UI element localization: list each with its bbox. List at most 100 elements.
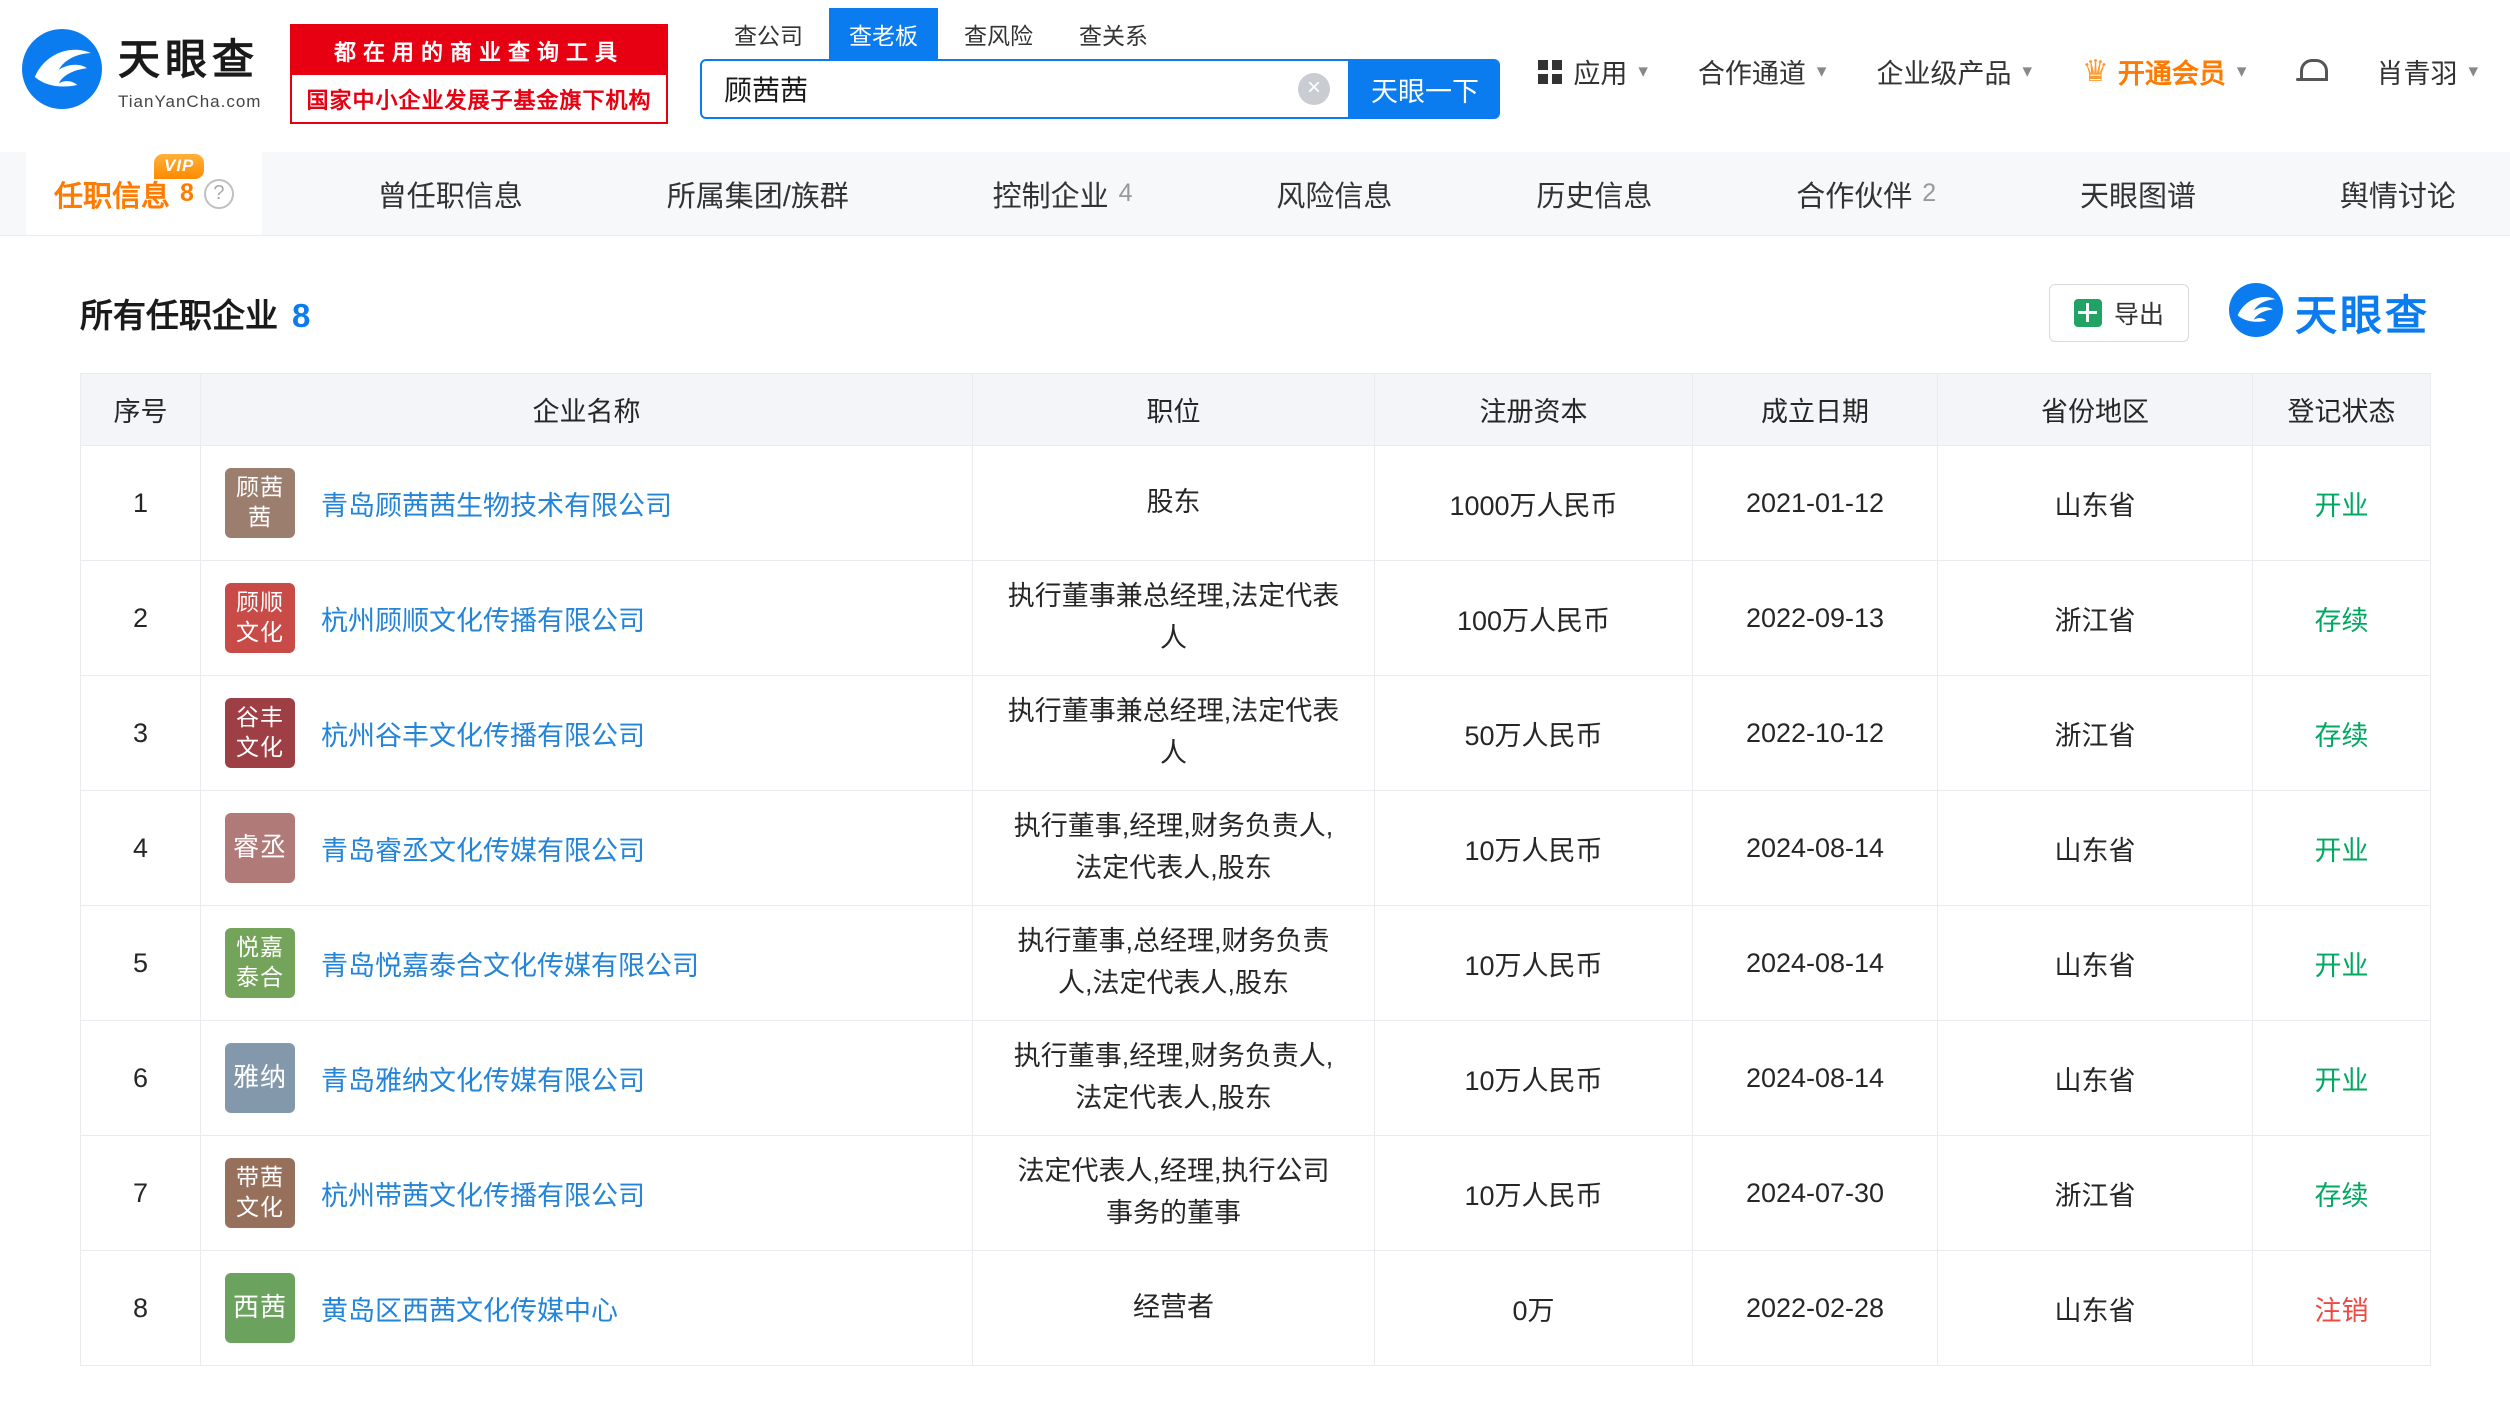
logo-brand: 天眼查 (118, 26, 261, 87)
cell-position: 股东 (973, 446, 1375, 561)
enterprise-products-menu[interactable]: 企业级产品▾ (1876, 52, 2032, 91)
page-tab[interactable]: 合作伙伴2 (1768, 152, 1964, 235)
page-tab-label: 舆情讨论 (2340, 173, 2456, 215)
table-row: 5悦嘉泰合青岛悦嘉泰合文化传媒有限公司执行董事,总经理,财务负责人,法定代表人,… (81, 906, 2431, 1021)
company-link[interactable]: 青岛悦嘉泰合文化传媒有限公司 (321, 944, 699, 983)
company-link[interactable]: 杭州顾顺文化传播有限公司 (321, 599, 645, 638)
cell-province: 山东省 (1938, 791, 2253, 906)
tianyancha-logo-icon (22, 29, 102, 109)
vip-badge: VIP (154, 154, 204, 179)
notifications-bell[interactable] (2296, 58, 2326, 86)
cell-status: 存续 (2253, 561, 2431, 676)
page-tab-label: 任职信息 (54, 173, 170, 215)
page-tab-label: 曾任职信息 (378, 173, 523, 215)
promo-banner-line2: 国家中小企业发展子基金旗下机构 (292, 75, 666, 122)
chevron-down-icon: ▾ (1638, 60, 1648, 83)
company-link[interactable]: 杭州带茜文化传播有限公司 (321, 1174, 645, 1213)
column-header: 企业名称 (201, 374, 973, 446)
table-row: 8西茜黄岛区西茜文化传媒中心经营者0万2022-02-28山东省注销 (81, 1251, 2431, 1366)
search-tab[interactable]: 查关系 (1059, 8, 1168, 59)
search-tab[interactable]: 查风险 (944, 8, 1053, 59)
status-badge: 存续 (2315, 606, 2369, 636)
status-badge: 注销 (2315, 1296, 2369, 1326)
help-icon[interactable]: ? (204, 179, 234, 209)
page-tab-label: 天眼图谱 (2080, 173, 2196, 215)
search-input[interactable] (702, 73, 1298, 105)
company-link[interactable]: 青岛顾茜茜生物技术有限公司 (321, 484, 672, 523)
page-tab-label: 历史信息 (1536, 173, 1652, 215)
cell-index: 8 (81, 1251, 201, 1366)
search-tab[interactable]: 查公司 (714, 8, 823, 59)
clear-icon[interactable]: × (1298, 73, 1330, 105)
company-link[interactable]: 黄岛区西茜文化传媒中心 (321, 1289, 618, 1328)
cell-status: 开业 (2253, 446, 2431, 561)
company-link[interactable]: 杭州谷丰文化传播有限公司 (321, 714, 645, 753)
grid-icon (1538, 60, 1548, 70)
status-badge: 开业 (2315, 951, 2369, 981)
cell-position: 执行董事兼总经理,法定代表人 (973, 676, 1375, 791)
promo-banner-line1: 都在用的商业查询工具 (292, 26, 666, 75)
column-header: 注册资本 (1375, 374, 1693, 446)
page-tab[interactable]: 任职信息8?VIP (26, 152, 262, 235)
search-button[interactable]: 天眼一下 (1350, 59, 1500, 119)
export-button[interactable]: 导出 (2049, 284, 2189, 342)
cell-province: 浙江省 (1938, 676, 2253, 791)
partner-channel-menu[interactable]: 合作通道▾ (1698, 52, 1827, 91)
positions-table: 序号企业名称职位注册资本成立日期省份地区登记状态 1顾茜茜青岛顾茜茜生物技术有限… (80, 373, 2431, 1366)
vip-upgrade-button[interactable]: ♛开通会员▾ (2082, 52, 2246, 91)
page-tab[interactable]: 历史信息 (1508, 152, 1680, 235)
nav-item-label: 合作通道 (1698, 52, 1806, 91)
page-tab[interactable]: 控制企业4 (965, 152, 1161, 235)
status-badge: 存续 (2315, 721, 2369, 751)
header: 天眼查 TianYanCha.com 都在用的商业查询工具 国家中小企业发展子基… (0, 0, 2510, 152)
user-menu[interactable]: 肖青羽▾ (2376, 52, 2478, 91)
cell-company: 雅纳青岛雅纳文化传媒有限公司 (201, 1021, 973, 1136)
column-header: 登记状态 (2253, 374, 2431, 446)
company-logo-icon: 谷丰文化 (225, 698, 295, 768)
search-tab[interactable]: 查老板 (829, 8, 938, 59)
cell-company: 西茜黄岛区西茜文化传媒中心 (201, 1251, 973, 1366)
cell-index: 7 (81, 1136, 201, 1251)
nav-item-label: 开通会员 (2118, 52, 2226, 91)
company-link[interactable]: 青岛雅纳文化传媒有限公司 (321, 1059, 645, 1098)
company-logo-icon: 顾茜茜 (225, 468, 295, 538)
company-link[interactable]: 青岛睿丞文化传媒有限公司 (321, 829, 645, 868)
search-box: × 天眼一下 (700, 59, 1500, 119)
cell-capital: 10万人民币 (1375, 906, 1693, 1021)
cell-status: 开业 (2253, 906, 2431, 1021)
page-tab-count: 2 (1922, 179, 1936, 208)
chevron-down-icon: ▾ (2237, 60, 2247, 83)
bell-icon (2296, 58, 2326, 86)
page-tab[interactable]: 舆情讨论 (2312, 152, 2484, 235)
cell-position: 经营者 (973, 1251, 1375, 1366)
cell-position: 法定代表人,经理,执行公司事务的董事 (973, 1136, 1375, 1251)
cell-position: 执行董事,总经理,财务负责人,法定代表人,股东 (973, 906, 1375, 1021)
chevron-down-icon: ▾ (2468, 60, 2478, 83)
company-logo-icon: 悦嘉泰合 (225, 928, 295, 998)
cell-date: 2022-09-13 (1693, 561, 1938, 676)
table-row: 4睿丞青岛睿丞文化传媒有限公司执行董事,经理,财务负责人,法定代表人,股东10万… (81, 791, 2431, 906)
cell-status: 存续 (2253, 676, 2431, 791)
tianyancha-logo[interactable]: 天眼查 TianYanCha.com (22, 26, 261, 112)
company-logo-icon: 睿丞 (225, 813, 295, 883)
cell-province: 浙江省 (1938, 561, 2253, 676)
cell-province: 山东省 (1938, 1021, 2253, 1136)
company-logo-icon: 带茜文化 (225, 1158, 295, 1228)
cell-index: 3 (81, 676, 201, 791)
page-tab-label: 风险信息 (1276, 173, 1392, 215)
page-tab[interactable]: 天眼图谱 (2052, 152, 2224, 235)
table-body: 1顾茜茜青岛顾茜茜生物技术有限公司股东1000万人民币2021-01-12山东省… (81, 446, 2431, 1366)
cell-status: 开业 (2253, 791, 2431, 906)
company-logo-icon: 雅纳 (225, 1043, 295, 1113)
logo-domain: TianYanCha.com (118, 92, 261, 112)
page-tab[interactable]: 所属集团/族群 (639, 152, 877, 235)
tianyancha-watermark-icon (2229, 283, 2283, 342)
page-tab[interactable]: 曾任职信息 (350, 152, 551, 235)
excel-icon (2074, 299, 2102, 327)
page-tab-label: 控制企业 (993, 173, 1109, 215)
page-tabs: 任职信息8?VIP 曾任职信息 所属集团/族群 控制企业4 风险信息 历史信息 合作伙伴2 天… (0, 152, 2510, 236)
page-tab[interactable]: 风险信息 (1248, 152, 1420, 235)
status-badge: 开业 (2315, 836, 2369, 866)
apps-menu[interactable]: 应用▾ (1538, 52, 1648, 91)
page-tab-label: 所属集团/族群 (667, 173, 849, 215)
